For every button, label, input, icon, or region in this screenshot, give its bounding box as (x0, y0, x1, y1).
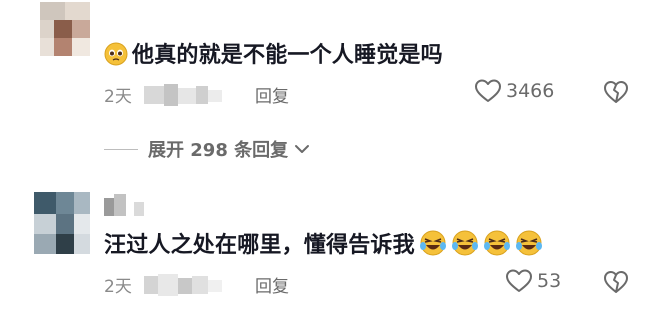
dislike-button[interactable] (603, 269, 629, 299)
heart-outline-icon (475, 79, 501, 102)
heart-outline-icon (506, 269, 532, 292)
laughing-tears-emoji (419, 230, 446, 256)
location-blur (144, 84, 222, 106)
comment-text: 他真的就是不能一个人睡觉是吗 (104, 37, 443, 69)
commenter-avatar[interactable] (40, 2, 90, 56)
username-blur (104, 194, 154, 218)
expand-replies-label: 展开 298 条回复 (148, 140, 289, 161)
laughing-tears-emoji (451, 230, 478, 256)
like-button[interactable]: 53 (505, 268, 561, 294)
divider-line (104, 148, 138, 150)
broken-heart-icon (604, 81, 628, 103)
like-button[interactable]: 3466 (474, 78, 554, 104)
expand-replies-button[interactable]: 展开 298 条回复 (104, 136, 310, 162)
laughing-tears-emoji (515, 230, 542, 256)
comment-text-content: 他真的就是不能一个人睡觉是吗 (132, 43, 443, 68)
dislike-button[interactable] (603, 79, 629, 109)
commenter-avatar[interactable] (34, 192, 90, 254)
comment-text: 汪过人之处在哪里，懂得告诉我 (104, 227, 543, 259)
chevron-down-icon (295, 145, 310, 153)
broken-heart-icon (604, 271, 628, 293)
comment-text-content: 汪过人之处在哪里，懂得告诉我 (104, 233, 415, 258)
comment-time: 2天 (104, 87, 132, 107)
comment-time: 2天 (104, 277, 132, 297)
reply-button[interactable]: 回复 (255, 82, 289, 107)
location-blur (144, 274, 222, 296)
like-count: 3466 (506, 80, 555, 102)
pleading-face-emoji (104, 42, 128, 66)
reply-button[interactable]: 回复 (255, 272, 289, 297)
like-count: 53 (537, 270, 562, 292)
laughing-tears-emoji (483, 230, 510, 256)
